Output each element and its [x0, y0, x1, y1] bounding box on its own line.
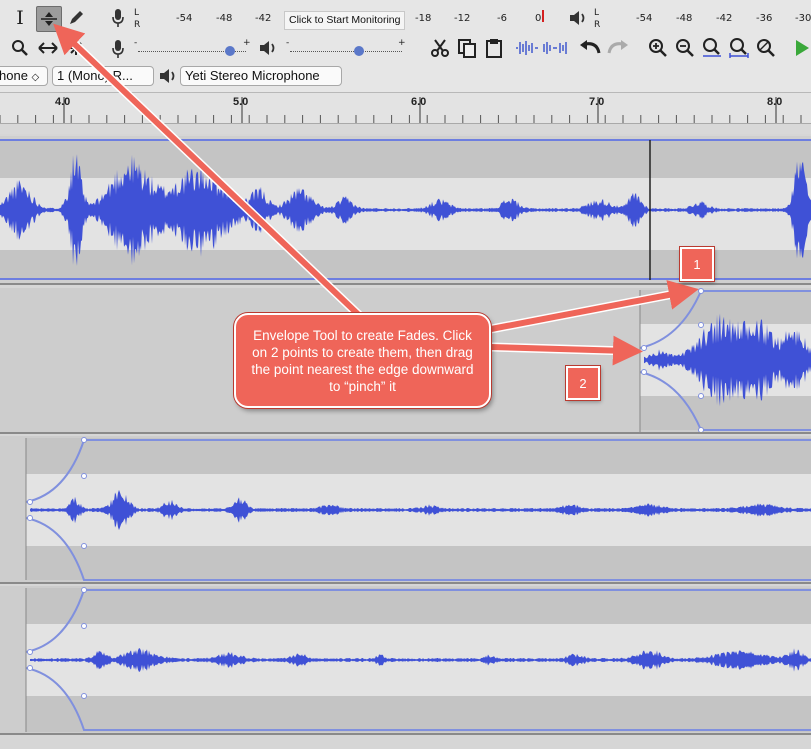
arrow-to-envelope-tool	[53, 23, 365, 321]
annotation-label-2: 2	[566, 366, 600, 400]
callout-text: Envelope Tool to create Fades. Click on …	[251, 327, 474, 394]
annotation-label-1: 1	[680, 247, 714, 281]
arrow-to-point-1	[485, 280, 699, 333]
arrow-to-point-2	[490, 335, 643, 366]
annotation-callout: Envelope Tool to create Fades. Click on …	[234, 313, 491, 408]
